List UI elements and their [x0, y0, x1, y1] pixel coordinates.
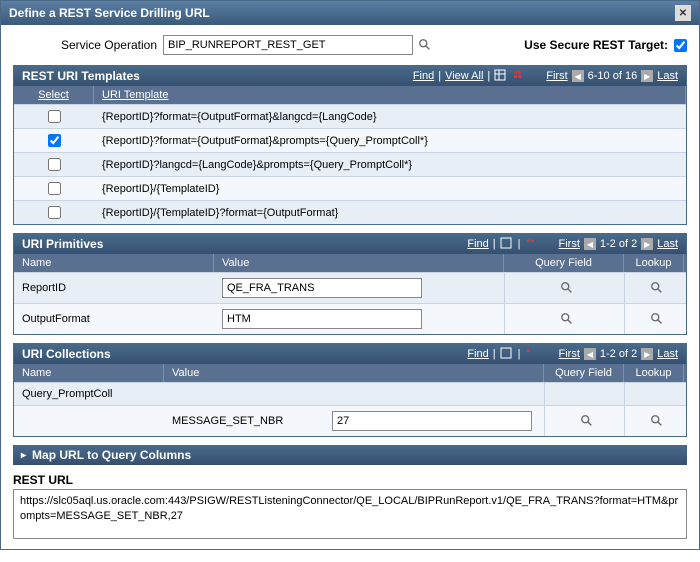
primitives-col-value: Value: [214, 254, 504, 272]
template-row-uri: {ReportID}?langcd={LangCode}&prompts={Qu…: [94, 153, 686, 176]
collection-name: Query_PromptColl: [14, 383, 164, 405]
collections-range: 1-2 of 2: [600, 348, 637, 360]
template-row-uri: {ReportID}?format={OutputFormat}&prompts…: [94, 129, 686, 152]
lookup-icon[interactable]: [649, 280, 665, 296]
template-row-uri: {ReportID}?format={OutputFormat}&langcd=…: [94, 105, 686, 128]
service-operation-lookup-icon[interactable]: [417, 37, 433, 53]
collections-col-qf: Query Field: [544, 364, 624, 382]
collection-value-input[interactable]: [332, 411, 532, 431]
templates-last-link[interactable]: Last: [657, 70, 678, 82]
templates-first-link[interactable]: First: [546, 70, 567, 82]
lookup-icon[interactable]: [649, 311, 665, 327]
service-operation-input[interactable]: [163, 35, 413, 55]
close-icon[interactable]: ✕: [675, 5, 691, 21]
secure-target-checkbox[interactable]: [674, 39, 687, 52]
collection-msg: [164, 383, 324, 405]
templates-find-link[interactable]: Find: [413, 70, 434, 82]
primitives-col-lookup: Lookup: [624, 254, 684, 272]
grid-icon[interactable]: [525, 347, 539, 361]
query-field-lookup-icon[interactable]: [579, 413, 595, 429]
primitive-value-input[interactable]: [222, 309, 422, 329]
secure-target-label: Use Secure REST Target:: [524, 38, 668, 52]
primitives-range: 1-2 of 2: [600, 238, 637, 250]
collection-name: [14, 406, 164, 436]
templates-viewall-link[interactable]: View All: [445, 70, 483, 82]
primitives-last-link[interactable]: Last: [657, 238, 678, 250]
primitives-find-link[interactable]: Find: [467, 238, 488, 250]
query-field-lookup-icon[interactable]: [559, 311, 575, 327]
template-row-uri: {ReportID}/{TemplateID}?format={OutputFo…: [94, 201, 686, 224]
templates-prev-icon[interactable]: ◀: [572, 70, 584, 82]
primitive-value-input[interactable]: [222, 278, 422, 298]
template-row-uri: {ReportID}/{TemplateID}: [94, 177, 686, 200]
dialog-titlebar: Define a REST Service Drilling URL ✕: [1, 1, 699, 25]
map-url-label: Map URL to Query Columns: [32, 448, 191, 462]
primitives-next-icon[interactable]: ▶: [641, 238, 653, 250]
templates-range: 6-10 of 16: [588, 70, 638, 82]
collections-last-link[interactable]: Last: [657, 348, 678, 360]
rest-url-value[interactable]: https://slc05aql.us.oracle.com:443/PSIGW…: [13, 489, 687, 539]
collections-next-icon[interactable]: ▶: [641, 348, 653, 360]
primitives-col-name: Name: [14, 254, 214, 272]
collections-title: URI Collections: [22, 347, 111, 361]
service-operation-label: Service Operation: [13, 38, 163, 52]
collections-col-name: Name: [14, 364, 164, 382]
primitives-first-link[interactable]: First: [559, 238, 580, 250]
collection-msg: MESSAGE_SET_NBR: [164, 406, 324, 436]
query-field-lookup-icon[interactable]: [559, 280, 575, 296]
map-url-expand[interactable]: Map URL to Query Columns: [13, 445, 687, 465]
primitive-name: ReportID: [14, 273, 214, 303]
collections-prev-icon[interactable]: ◀: [584, 348, 596, 360]
templates-title: REST URI Templates: [22, 69, 140, 83]
templates-col-uri[interactable]: URI Template: [102, 89, 168, 101]
collections-find-link[interactable]: Find: [467, 348, 488, 360]
grid-icon[interactable]: [525, 237, 539, 251]
template-row-checkbox[interactable]: [48, 182, 61, 195]
rest-url-label: REST URL: [13, 473, 687, 487]
zoom-icon[interactable]: [494, 69, 508, 83]
template-row-checkbox[interactable]: [48, 110, 61, 123]
collections-first-link[interactable]: First: [559, 348, 580, 360]
primitive-name: OutputFormat: [14, 304, 214, 334]
template-row-checkbox[interactable]: [48, 206, 61, 219]
zoom-icon[interactable]: [500, 237, 514, 251]
grid-icon[interactable]: [512, 69, 526, 83]
collections-col-lookup: Lookup: [624, 364, 684, 382]
primitives-col-qf: Query Field: [504, 254, 624, 272]
collections-col-value: Value: [164, 364, 544, 382]
lookup-icon[interactable]: [649, 413, 665, 429]
template-row-checkbox[interactable]: [48, 134, 61, 147]
primitives-prev-icon[interactable]: ◀: [584, 238, 596, 250]
primitives-title: URI Primitives: [22, 237, 103, 251]
templates-next-icon[interactable]: ▶: [641, 70, 653, 82]
zoom-icon[interactable]: [500, 347, 514, 361]
template-row-checkbox[interactable]: [48, 158, 61, 171]
dialog-title: Define a REST Service Drilling URL: [9, 6, 210, 20]
templates-col-select[interactable]: Select: [38, 89, 69, 101]
